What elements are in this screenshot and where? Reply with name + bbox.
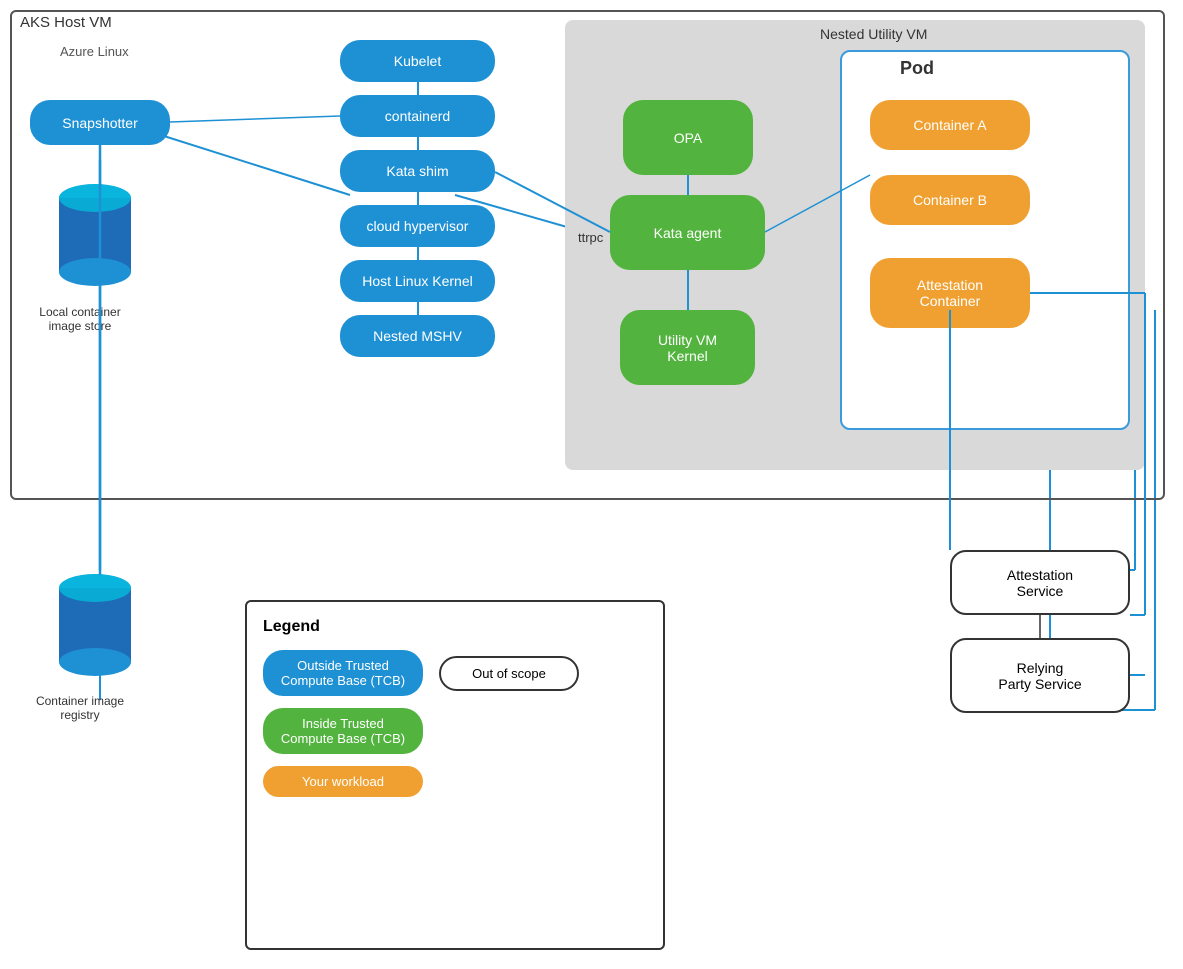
container-registry-label: Container image registry — [20, 694, 140, 722]
legend-title: Legend — [263, 618, 647, 636]
local-store-label: Local container image store — [20, 305, 140, 333]
legend-item-your-workload: Your workload — [263, 766, 647, 797]
local-container-cylinder — [55, 180, 135, 290]
azure-linux-label: Azure Linux — [60, 44, 129, 59]
kubelet-btn: Kubelet — [340, 40, 495, 82]
kata-agent-btn: Kata agent — [610, 195, 765, 270]
relying-party-service-box: Relying Party Service — [950, 638, 1130, 713]
legend-box: Legend Outside Trusted Compute Base (TCB… — [245, 600, 665, 950]
legend-your-workload-btn: Your workload — [263, 766, 423, 797]
cloud-hypervisor-btn: cloud hypervisor — [340, 205, 495, 247]
legend-inside-tcb-btn: Inside Trusted Compute Base (TCB) — [263, 708, 423, 754]
host-linux-kernel-btn: Host Linux Kernel — [340, 260, 495, 302]
nested-mshv-btn: Nested MSHV — [340, 315, 495, 357]
nested-vm-label: Nested Utility VM — [820, 26, 927, 42]
aks-host-label: AKS Host VM — [20, 14, 112, 31]
container-b-btn: Container B — [870, 175, 1030, 225]
containerd-btn: containerd — [340, 95, 495, 137]
attestation-container-btn: Attestation Container — [870, 258, 1030, 328]
container-registry-cylinder — [55, 570, 135, 680]
container-a-btn: Container A — [870, 100, 1030, 150]
legend-out-of-scope-btn: Out of scope — [439, 656, 579, 691]
opa-btn: OPA — [623, 100, 753, 175]
legend-item-outside-tcb: Outside Trusted Compute Base (TCB) Out o… — [263, 650, 647, 696]
legend-outside-tcb-btn: Outside Trusted Compute Base (TCB) — [263, 650, 423, 696]
snapshotter-btn: Snapshotter — [30, 100, 170, 145]
pod-label: Pod — [900, 58, 934, 79]
attestation-service-box: Attestation Service — [950, 550, 1130, 615]
utility-vm-kernel-btn: Utility VM Kernel — [620, 310, 755, 385]
kata-shim-btn: Kata shim — [340, 150, 495, 192]
legend-item-inside-tcb: Inside Trusted Compute Base (TCB) — [263, 708, 647, 754]
diagram: AKS Host VM Azure Linux Nested Utility V… — [0, 0, 1183, 969]
ttrpc-label: ttrpc — [578, 230, 603, 245]
